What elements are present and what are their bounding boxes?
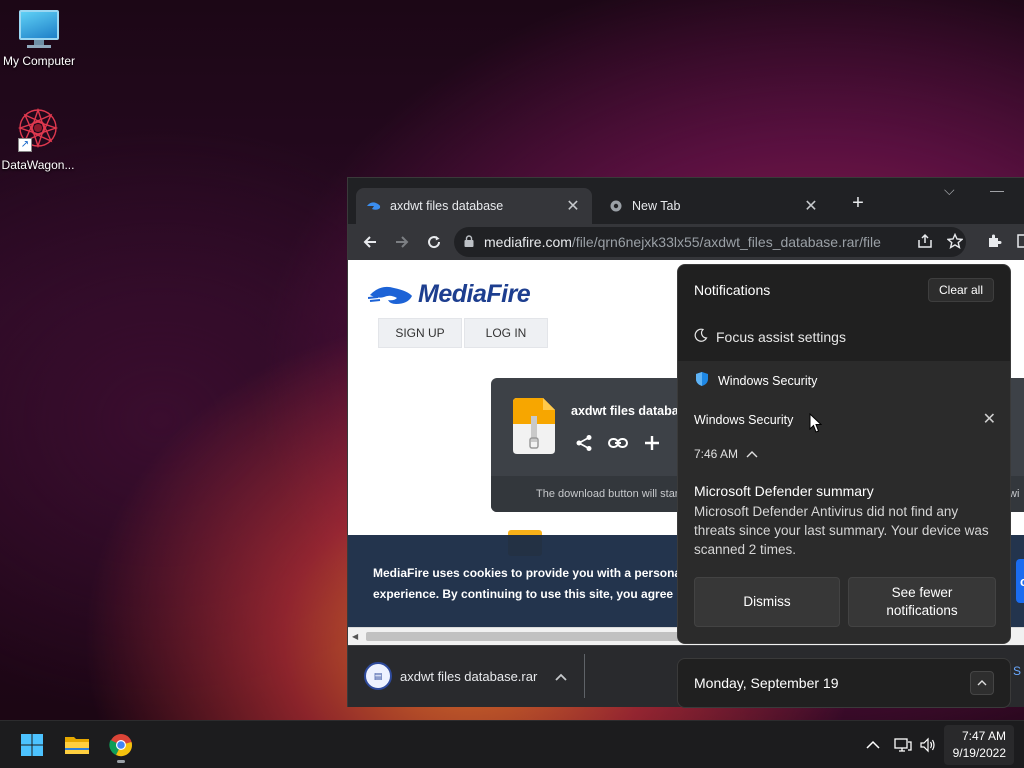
calendar-date: Monday, September 19 [694, 675, 839, 691]
chevron-up-icon[interactable] [555, 669, 567, 684]
share-icon[interactable] [914, 230, 936, 252]
tab-search-icon[interactable]: ⌵ [944, 182, 955, 199]
new-tab-button[interactable]: + [846, 192, 870, 215]
close-icon[interactable]: ✕ [983, 409, 996, 429]
tab-mediafire[interactable]: axdwt files database ✕ [356, 188, 592, 224]
address-host: mediafire.com [484, 234, 572, 250]
running-indicator [117, 760, 125, 763]
brand-name: MediaFire [418, 280, 531, 308]
computer-icon [17, 10, 61, 50]
focus-assist-link[interactable]: Focus assist settings [694, 328, 846, 345]
rar-file-icon: ▤ [364, 662, 392, 690]
notification-card[interactable]: Windows Security ✕ 7:46 AM Microsoft Def… [678, 401, 1010, 643]
download-filename: axdwt files database.rar [400, 668, 538, 684]
share-icon[interactable] [573, 432, 595, 454]
signup-button[interactable]: SIGN UP [378, 318, 462, 348]
notifications-header: Notifications [694, 282, 771, 298]
notification-app-row: Windows Security [694, 371, 817, 390]
desktop-icon-label: My Computer [2, 54, 76, 68]
show-hidden-icons[interactable] [866, 721, 880, 768]
see-fewer-button[interactable]: See fewer notifications [848, 577, 996, 627]
file-name: axdwt files databas [571, 404, 686, 418]
clock-date: 9/19/2022 [952, 746, 1006, 760]
address-bar[interactable]: mediafire.com/file/qrn6nejxk33lx55/axdwt… [454, 227, 966, 257]
extensions-icon[interactable] [983, 230, 1005, 252]
chrome-favicon [608, 198, 624, 214]
notification-body: Microsoft Defender Antivirus did not fin… [694, 504, 989, 557]
shield-icon [694, 371, 710, 390]
notification-time[interactable]: 7:46 AM [694, 447, 758, 461]
datawagon-shortcut-icon: ↗ [14, 106, 62, 154]
taskbar: 7:47 AM 9/19/2022 [0, 720, 1024, 768]
tab-new-tab[interactable]: New Tab ✕ [598, 188, 830, 224]
lock-icon [464, 234, 474, 250]
bookmark-star-icon[interactable] [944, 230, 966, 252]
download-item[interactable]: ▤ axdwt files database.rar [358, 654, 583, 698]
moon-icon [694, 328, 708, 345]
scrollbar-thumb[interactable] [366, 632, 706, 641]
volume-icon[interactable] [919, 721, 937, 768]
add-icon[interactable] [641, 432, 663, 454]
start-icon[interactable] [16, 729, 48, 761]
file-explorer-icon[interactable] [61, 729, 93, 761]
side-panel-icon[interactable] [1013, 230, 1024, 252]
dismiss-button[interactable]: Dismiss [694, 577, 840, 627]
reload-icon[interactable] [418, 226, 450, 258]
mouse-cursor-icon [809, 412, 823, 438]
clock[interactable]: 7:47 AM 9/19/2022 [953, 728, 1006, 762]
clock-time: 7:47 AM [961, 729, 1006, 743]
cookie-accept-button[interactable]: cep [1016, 559, 1024, 603]
card-app-name: Windows Security [694, 413, 794, 427]
archive-file-icon [513, 398, 555, 454]
tab-close-icon[interactable]: ✕ [564, 196, 582, 216]
mediafire-flame-icon [368, 286, 412, 304]
network-icon[interactable] [894, 721, 912, 768]
minimize-icon[interactable]: — [990, 182, 1004, 198]
notification-center: Notifications Clear all Focus assist set… [677, 264, 1011, 644]
side-peek-text: S [1013, 664, 1022, 678]
back-icon[interactable] [354, 226, 386, 258]
tab-title: New Tab [632, 199, 681, 213]
mediafire-logo[interactable]: MediaFire [368, 280, 531, 309]
desktop-icon-label: DataWagon... [1, 158, 75, 172]
notification-title: Microsoft Defender summary [694, 483, 874, 499]
divider [584, 654, 585, 698]
shortcut-arrow-icon: ↗ [18, 138, 32, 152]
desktop-icon-my-computer[interactable]: My Computer [0, 10, 81, 68]
mediafire-favicon [366, 198, 382, 214]
login-button[interactable]: LOG IN [464, 318, 548, 348]
tab-title: axdwt files database [390, 199, 504, 213]
scroll-left-icon[interactable]: ◀ [352, 632, 358, 641]
browser-toolbar: mediafire.com/file/qrn6nejxk33lx55/axdwt… [348, 224, 1024, 260]
address-path: /file/qrn6nejxk33lx55/axdwt_files_databa… [571, 234, 881, 250]
tab-strip: axdwt files database ✕ New Tab ✕ + ⌵ — [348, 178, 1024, 224]
focus-assist-label: Focus assist settings [716, 328, 846, 345]
app-group-label: Windows Security [718, 373, 818, 388]
calendar-flyout: Monday, September 19 [677, 658, 1011, 708]
desktop-icon-datawagon[interactable]: ↗ DataWagon... [0, 106, 80, 172]
notification-group: Windows Security Windows Security ✕ 7:46… [678, 361, 1010, 643]
link-icon[interactable] [607, 432, 629, 454]
forward-icon[interactable] [386, 226, 418, 258]
tab-close-icon[interactable]: ✕ [802, 196, 820, 216]
chevron-up-icon [746, 451, 758, 458]
chrome-icon[interactable] [105, 729, 137, 763]
clear-all-button[interactable]: Clear all [928, 278, 994, 302]
chevron-up-icon[interactable] [970, 671, 994, 695]
